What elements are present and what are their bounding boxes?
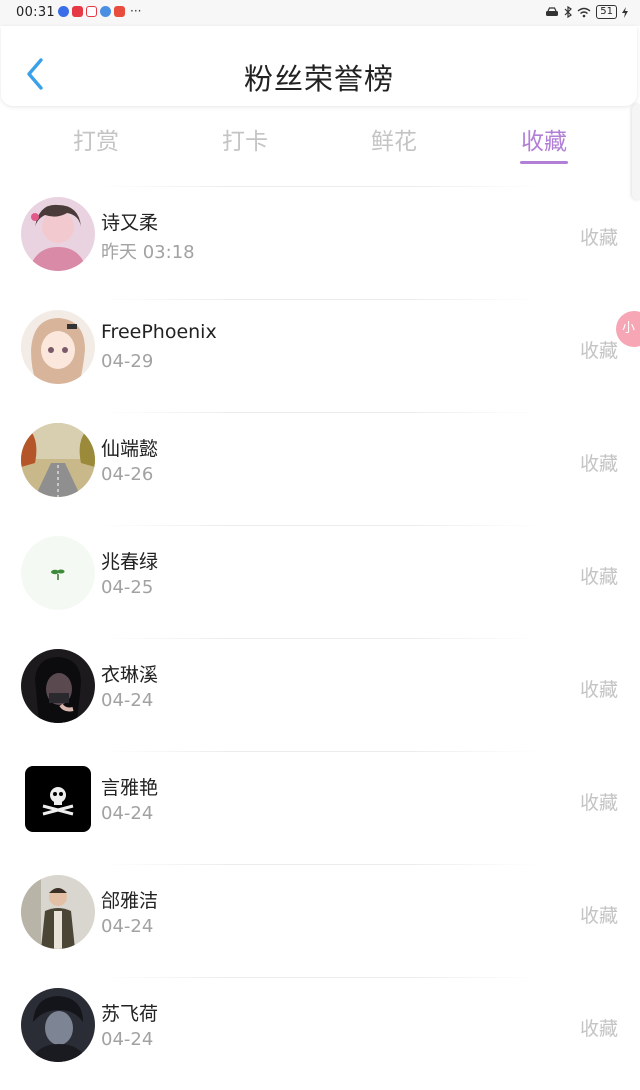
- user-date: 昨天 03:18: [101, 242, 195, 263]
- status-time: 00:31: [16, 5, 55, 20]
- favorite-label: 收藏: [579, 453, 618, 475]
- favorite-label: 收藏: [579, 227, 618, 249]
- list-item[interactable]: 兆春绿 04-25 收藏: [0, 525, 640, 638]
- status-bar: 00:31 ··· 51: [0, 0, 640, 26]
- user-date: 04-24: [101, 1029, 154, 1050]
- status-app-icons: ···: [58, 4, 142, 18]
- battery-icon: 51: [596, 5, 617, 19]
- avatar[interactable]: [21, 649, 95, 723]
- avatar[interactable]: [21, 423, 95, 497]
- status-indicators: 51: [545, 5, 628, 19]
- avatar[interactable]: [21, 197, 95, 271]
- divider: [100, 525, 540, 526]
- list-item[interactable]: 仙端懿 04-26 收藏: [0, 412, 640, 525]
- fan-list: 诗又柔 昨天 03:18 收藏 FreePhoenix 04-29 收藏 仙端懿…: [0, 186, 640, 1090]
- user-name: 衣琳溪: [101, 664, 159, 686]
- tab-checkin[interactable]: 打卡: [197, 122, 293, 156]
- divider: [100, 412, 540, 413]
- app-icon-1: [58, 6, 69, 17]
- user-date: 04-24: [101, 803, 154, 824]
- favorite-label: 收藏: [579, 679, 618, 701]
- tab-favorites[interactable]: 收藏: [496, 122, 592, 156]
- user-date: 04-25: [101, 577, 154, 598]
- list-item[interactable]: 郃雅洁 04-24 收藏: [0, 864, 640, 977]
- user-name: 郃雅洁: [101, 890, 159, 912]
- user-date: 04-29: [101, 351, 154, 372]
- user-name: FreePhoenix: [101, 321, 217, 343]
- app-icon-3: [86, 6, 97, 17]
- list-item[interactable]: 言雅艳 04-24 收藏: [0, 751, 640, 864]
- page-title: 粉丝荣誉榜: [243, 62, 394, 96]
- favorite-label: 收藏: [579, 566, 618, 588]
- list-item[interactable]: FreePhoenix 04-29 收藏: [0, 299, 640, 412]
- user-name: 言雅艳: [101, 777, 159, 799]
- wifi-icon: [577, 7, 591, 17]
- status-more-icon: ···: [130, 4, 142, 18]
- user-name: 诗又柔: [101, 212, 159, 234]
- user-name: 兆春绿: [101, 551, 159, 573]
- divider: [100, 977, 540, 978]
- charging-icon: [622, 6, 628, 18]
- user-date: 04-24: [101, 690, 154, 711]
- user-name: 仙端懿: [101, 438, 159, 460]
- user-date: 04-24: [101, 916, 154, 937]
- app-icon-2: [72, 6, 83, 17]
- divider: [100, 751, 540, 752]
- list-item[interactable]: 衣琳溪 04-24 收藏: [0, 638, 640, 751]
- bluetooth-icon: [564, 6, 573, 18]
- avatar[interactable]: [21, 310, 95, 384]
- tab-reward[interactable]: 打赏: [48, 122, 144, 156]
- avatar[interactable]: [21, 988, 95, 1062]
- header: 粉丝荣誉榜: [1, 26, 637, 106]
- tab-bar: 打赏 打卡 鲜花 收藏: [0, 112, 640, 168]
- active-tab-indicator: [520, 161, 568, 164]
- app-icon-4: [100, 6, 111, 17]
- user-date: 04-26: [101, 464, 154, 485]
- list-item[interactable]: 苏飞荷 04-24 收藏: [0, 977, 640, 1090]
- divider: [100, 864, 540, 865]
- side-panel-handle[interactable]: [632, 104, 640, 200]
- favorite-label: 收藏: [579, 340, 618, 362]
- car-icon: [546, 6, 559, 16]
- tab-flowers[interactable]: 鲜花: [346, 122, 442, 156]
- list-item[interactable]: 诗又柔 昨天 03:18 收藏: [0, 186, 640, 299]
- avatar[interactable]: [21, 875, 95, 949]
- user-name: 苏飞荷: [101, 1003, 159, 1025]
- divider: [100, 299, 540, 300]
- favorite-label: 收藏: [579, 905, 618, 927]
- app-icon-5: [114, 6, 125, 17]
- divider: [100, 186, 540, 187]
- avatar[interactable]: [25, 766, 91, 832]
- favorite-label: 收藏: [579, 792, 618, 814]
- avatar[interactable]: [21, 536, 95, 610]
- divider: [100, 638, 540, 639]
- favorite-label: 收藏: [579, 1018, 618, 1040]
